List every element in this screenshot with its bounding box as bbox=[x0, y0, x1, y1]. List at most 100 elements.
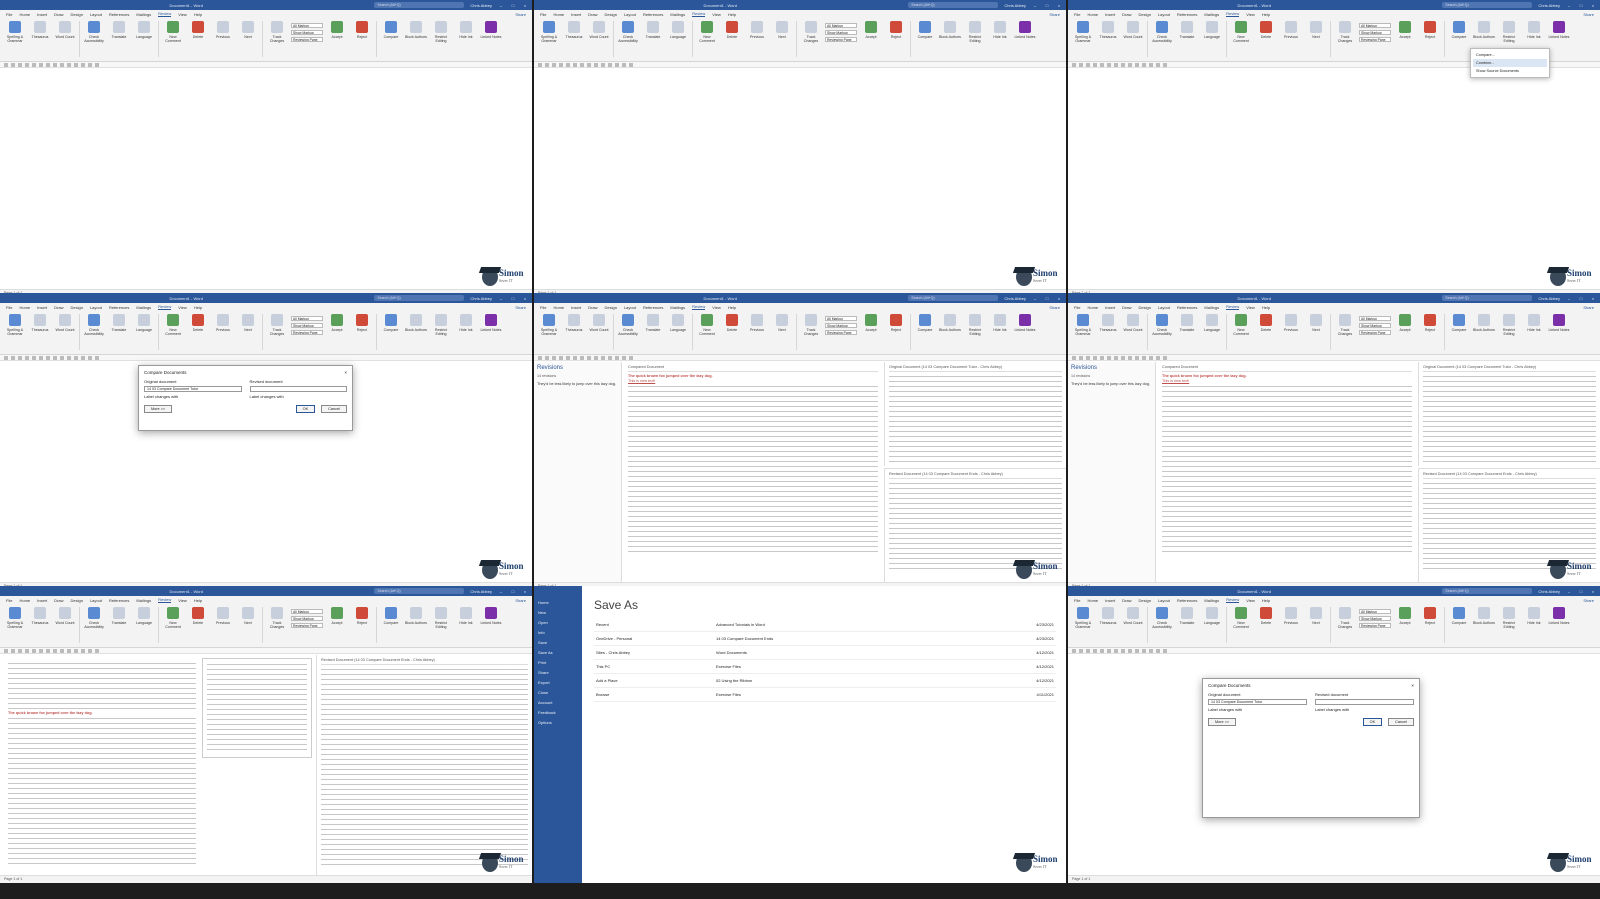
toolbar-icon[interactable] bbox=[629, 356, 633, 360]
language-button[interactable]: Language bbox=[1201, 607, 1223, 625]
compared-document-pane[interactable]: Compared Document The quick brown fox jum… bbox=[1158, 362, 1416, 582]
menu-tab-home[interactable]: Home bbox=[1087, 12, 1098, 17]
translate-button[interactable]: Translate bbox=[108, 314, 130, 332]
toolbar-icon[interactable] bbox=[1100, 63, 1104, 67]
onenote-button[interactable]: Linked Notes bbox=[1548, 607, 1570, 625]
track-changes-button[interactable]: Track Changes bbox=[266, 607, 288, 629]
original-document-field[interactable]: 14 03 Compare Document Tutor bbox=[1208, 699, 1307, 705]
toolbar-icon[interactable] bbox=[32, 63, 36, 67]
user-name[interactable]: Chris Abbey bbox=[1004, 296, 1026, 301]
onenote-button[interactable]: Linked Notes bbox=[480, 607, 502, 625]
restrict-editing-button[interactable]: Restrict Editing bbox=[964, 21, 986, 43]
next-button[interactable]: Next bbox=[1305, 607, 1327, 625]
revision-entry[interactable]: They'd be less likely to jump over this … bbox=[537, 382, 618, 387]
close-icon[interactable]: × bbox=[522, 296, 528, 301]
toolbar-icon[interactable] bbox=[25, 63, 29, 67]
menu-tab-draw[interactable]: Draw bbox=[54, 12, 63, 17]
reject-button[interactable]: Reject bbox=[885, 314, 907, 332]
next-button[interactable]: Next bbox=[237, 21, 259, 39]
track-changes-button[interactable]: Track Changes bbox=[1334, 21, 1356, 43]
language-button[interactable]: Language bbox=[133, 607, 155, 625]
toolbar-icon[interactable] bbox=[622, 63, 626, 67]
menu-tab-mailings[interactable]: Mailings bbox=[670, 305, 685, 310]
cancel-button[interactable]: Cancel bbox=[1388, 718, 1414, 726]
hide-ink-button[interactable]: Hide Ink bbox=[455, 607, 477, 625]
close-icon[interactable]: × bbox=[1590, 589, 1596, 594]
maximize-icon[interactable]: □ bbox=[1044, 296, 1050, 301]
toolbar-icon[interactable] bbox=[573, 63, 577, 67]
menu-tab-design[interactable]: Design bbox=[1138, 598, 1150, 603]
markup-dropdown[interactable]: Show Markup bbox=[1359, 30, 1391, 35]
toolbar-icon[interactable] bbox=[1149, 63, 1153, 67]
hide-ink-button[interactable]: Hide Ink bbox=[1523, 21, 1545, 39]
reject-button[interactable]: Reject bbox=[1419, 314, 1441, 332]
accept-button[interactable]: Accept bbox=[1394, 21, 1416, 39]
revised-document-pane[interactable]: Revised Document (14 03 Compare Document… bbox=[316, 655, 532, 875]
accept-button[interactable]: Accept bbox=[1394, 314, 1416, 332]
language-button[interactable]: Language bbox=[667, 21, 689, 39]
toolbar-icon[interactable] bbox=[67, 356, 71, 360]
search-box[interactable]: Search (Alt+Q) bbox=[374, 588, 465, 594]
block-authors-button[interactable]: Block Authors bbox=[405, 607, 427, 625]
toolbar-icon[interactable] bbox=[1128, 356, 1132, 360]
word-count-button[interactable]: Word Count bbox=[1122, 607, 1144, 625]
toolbar-icon[interactable] bbox=[615, 356, 619, 360]
new-comment-button[interactable]: New Comment bbox=[1230, 607, 1252, 629]
menu-tab-design[interactable]: Design bbox=[1138, 12, 1150, 17]
spelling-button[interactable]: Spelling & Grammar bbox=[1072, 607, 1094, 629]
menu-tab-design[interactable]: Design bbox=[70, 12, 82, 17]
menu-tab-mailings[interactable]: Mailings bbox=[670, 12, 685, 17]
menu-tab-view[interactable]: View bbox=[178, 598, 187, 603]
menu-tab-home[interactable]: Home bbox=[1087, 305, 1098, 310]
toolbar-icon[interactable] bbox=[601, 356, 605, 360]
toolbar-icon[interactable] bbox=[601, 63, 605, 67]
spelling-button[interactable]: Spelling & Grammar bbox=[4, 21, 26, 43]
toolbar-icon[interactable] bbox=[1114, 63, 1118, 67]
save-location[interactable]: Recent bbox=[594, 618, 714, 632]
restrict-editing-button[interactable]: Restrict Editing bbox=[430, 314, 452, 336]
track-changes-button[interactable]: Track Changes bbox=[1334, 314, 1356, 336]
spelling-button[interactable]: Spelling & Grammar bbox=[538, 314, 560, 336]
menu-tab-home[interactable]: Home bbox=[553, 12, 564, 17]
word-count-button[interactable]: Word Count bbox=[1122, 314, 1144, 332]
accessibility-button[interactable]: Check Accessibility bbox=[83, 314, 105, 336]
toolbar-icon[interactable] bbox=[1093, 649, 1097, 653]
menu-tab-home[interactable]: Home bbox=[1087, 598, 1098, 603]
delete-button[interactable]: Delete bbox=[187, 21, 209, 39]
compare-menu-item[interactable]: Compare... bbox=[1473, 51, 1547, 59]
toolbar-icon[interactable] bbox=[545, 63, 549, 67]
revised-document-field[interactable] bbox=[1315, 699, 1414, 705]
next-button[interactable]: Next bbox=[237, 607, 259, 625]
hide-ink-button[interactable]: Hide Ink bbox=[455, 21, 477, 39]
thesaurus-button[interactable]: Thesaurus bbox=[1097, 21, 1119, 39]
maximize-icon[interactable]: □ bbox=[1578, 296, 1584, 301]
markup-dropdown[interactable]: All Markup bbox=[1359, 609, 1391, 614]
toolbar-icon[interactable] bbox=[1142, 63, 1146, 67]
toolbar-icon[interactable] bbox=[1100, 649, 1104, 653]
toolbar-icon[interactable] bbox=[1163, 649, 1167, 653]
toolbar-icon[interactable] bbox=[11, 63, 15, 67]
spelling-button[interactable]: Spelling & Grammar bbox=[4, 314, 26, 336]
more-button[interactable]: More >> bbox=[1208, 718, 1237, 726]
share-button[interactable]: Share bbox=[515, 12, 526, 17]
share-button[interactable]: Share bbox=[515, 305, 526, 310]
previous-button[interactable]: Previous bbox=[212, 607, 234, 625]
accessibility-button[interactable]: Check Accessibility bbox=[1151, 607, 1173, 629]
toolbar-icon[interactable] bbox=[1072, 63, 1076, 67]
accessibility-button[interactable]: Check Accessibility bbox=[83, 607, 105, 629]
markup-dropdown[interactable]: Reviewing Pane bbox=[825, 37, 857, 42]
spelling-button[interactable]: Spelling & Grammar bbox=[538, 21, 560, 43]
menu-tab-help[interactable]: Help bbox=[728, 12, 736, 17]
track-changes-button[interactable]: Track Changes bbox=[800, 314, 822, 336]
toolbar-icon[interactable] bbox=[1086, 649, 1090, 653]
spelling-button[interactable]: Spelling & Grammar bbox=[1072, 314, 1094, 336]
toolbar-icon[interactable] bbox=[629, 63, 633, 67]
menu-tab-insert[interactable]: Insert bbox=[571, 12, 581, 17]
toolbar-icon[interactable] bbox=[1121, 356, 1125, 360]
toolbar-icon[interactable] bbox=[1135, 63, 1139, 67]
accessibility-button[interactable]: Check Accessibility bbox=[617, 21, 639, 43]
toolbar-icon[interactable] bbox=[566, 63, 570, 67]
menu-tab-draw[interactable]: Draw bbox=[1122, 12, 1131, 17]
menu-tab-layout[interactable]: Layout bbox=[624, 305, 636, 310]
save-location[interactable]: Add a Place bbox=[594, 674, 714, 688]
